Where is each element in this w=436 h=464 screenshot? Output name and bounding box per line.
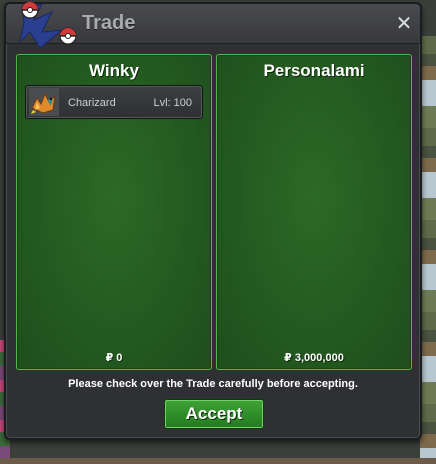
trade-item-slot[interactable]: Charizard Lvl: 100 bbox=[25, 85, 203, 119]
pokemon-name: Charizard bbox=[68, 97, 116, 109]
pokemon-level: Lvl: 100 bbox=[153, 97, 192, 109]
charizard-sprite-icon bbox=[29, 88, 59, 116]
game-world-edge-bottom bbox=[0, 458, 436, 464]
my-offer-panel: Winky Charizard Lvl: 100 ₽ 0 bbox=[16, 54, 212, 370]
partner-offer-panel: Personalami ₽ 3,000,000 bbox=[216, 54, 412, 370]
accept-button[interactable]: Accept bbox=[164, 399, 264, 429]
money-offer-right: ₽ 3,000,000 bbox=[284, 352, 344, 364]
game-world-edge bbox=[420, 36, 436, 464]
trade-notice: Please check over the Trade carefully be… bbox=[68, 378, 358, 390]
trade-dialog: Trade ✕ Winky Charizard Lvl: 100 ₽ 0 Per… bbox=[4, 2, 422, 440]
pokemmo-logo-icon bbox=[19, 2, 77, 49]
window-title: Trade bbox=[82, 12, 136, 34]
player-name-right: Personalami bbox=[263, 61, 365, 80]
close-icon[interactable]: ✕ bbox=[394, 14, 414, 34]
title-bar[interactable]: Trade ✕ bbox=[6, 2, 420, 49]
player-name-left: Winky bbox=[89, 61, 139, 80]
money-offer-left: ₽ 0 bbox=[105, 352, 123, 364]
